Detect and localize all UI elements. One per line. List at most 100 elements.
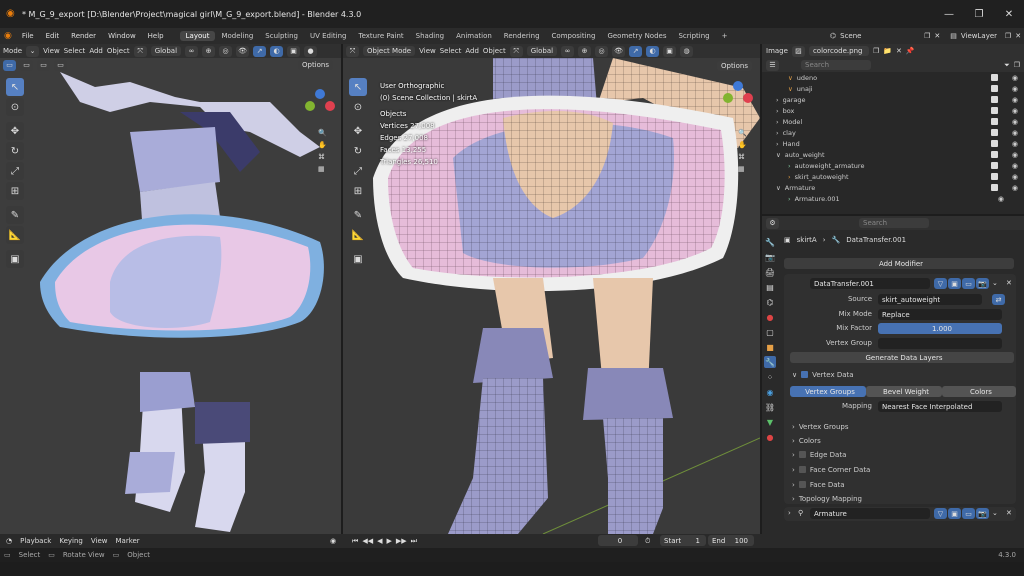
outliner-display-mode-icon[interactable]: ☰ (766, 59, 779, 71)
play-reverse-icon[interactable]: ◀ (377, 537, 382, 546)
current-frame-field[interactable]: 0 (598, 535, 638, 546)
navigation-gizmo[interactable] (290, 84, 340, 134)
menu-file[interactable]: File (16, 32, 40, 40)
pan-hand-icon[interactable]: ✋ (738, 141, 747, 149)
move-tool-icon[interactable]: ✥ (6, 122, 24, 140)
armature-remove-icon[interactable]: ✕ (1006, 509, 1012, 517)
source-field[interactable]: skirt_autoweight (878, 294, 982, 305)
select-menu[interactable]: Select (64, 47, 86, 55)
editmode-icon[interactable]: ▣ (948, 278, 961, 289)
viewlayer-field[interactable]: ViewLayer (961, 32, 1001, 40)
outliner-item-box[interactable]: › box ◉ (762, 105, 1024, 116)
tab-uv-editing[interactable]: UV Editing (304, 31, 353, 41)
menu-render[interactable]: Render (65, 32, 102, 40)
orientation-dropdown[interactable]: Global (150, 46, 182, 56)
snap-icon[interactable]: ⊕ (202, 45, 216, 57)
snap-icon[interactable]: ⊕ (578, 45, 592, 57)
tool-tab-icon[interactable]: 🔧 (764, 236, 776, 248)
prev-key-icon[interactable]: ◀◀ (362, 537, 373, 546)
auto-key-icon[interactable]: ◉ (330, 537, 336, 545)
select-invert-icon[interactable]: ▭ (54, 59, 67, 71)
vertex-group-field[interactable] (878, 338, 1002, 349)
rotate-tool-icon[interactable]: ↻ (349, 142, 367, 160)
tab-compositing[interactable]: Compositing (546, 31, 602, 41)
modifier-dropdown-icon[interactable]: ⌄ (992, 279, 998, 287)
jump-start-icon[interactable]: ⏮ (352, 537, 358, 546)
shading-solid-icon[interactable]: ● (304, 45, 318, 57)
next-key-icon[interactable]: ▶▶ (396, 537, 407, 546)
outliner-item-armature-001[interactable]: › Armature.001 ◉ (762, 193, 1024, 204)
scene-field[interactable]: Scene (840, 32, 920, 40)
overlay-icon[interactable]: ◐ (646, 45, 660, 57)
armature-dropdown-icon[interactable]: ⌄ (992, 509, 998, 517)
select-menu[interactable]: Select (440, 47, 462, 55)
remove-scene-icon[interactable]: ✕ (934, 32, 940, 40)
viewport-main[interactable]: ⤧ Object Mode View Select Add Object ⤧ G… (343, 44, 760, 534)
transform-tool-icon[interactable]: ⊞ (6, 182, 24, 200)
remove-modifier-icon[interactable]: ✕ (1006, 279, 1012, 287)
select-subtract-icon[interactable]: ▭ (37, 59, 50, 71)
proportional-icon[interactable]: ◎ (595, 45, 609, 57)
expand-armature-icon[interactable]: › (788, 509, 791, 517)
outliner-item-autoweight-armature[interactable]: › autoweight_armature ◉ (762, 160, 1024, 171)
scale-tool-icon[interactable]: ⤢ (349, 162, 367, 180)
armature-editmode-icon[interactable]: ▣ (948, 508, 961, 519)
xray-icon[interactable]: ▣ (287, 45, 301, 57)
menu-help[interactable]: Help (142, 32, 170, 40)
tab-geometry-nodes[interactable]: Geometry Nodes (601, 31, 672, 41)
tab-bevel-weight[interactable]: Bevel Weight (866, 386, 942, 397)
add-modifier-button[interactable]: Add Modifier (784, 258, 1014, 269)
options-button[interactable]: Options (297, 60, 333, 70)
properties-editor-type-icon[interactable]: ⚙ (766, 217, 779, 229)
tab-vertex-groups[interactable]: Vertex Groups (790, 386, 866, 397)
menu-window[interactable]: Window (102, 32, 142, 40)
jump-end-icon[interactable]: ⏭ (411, 537, 417, 546)
select-box-icon[interactable]: ▭ (3, 59, 16, 71)
outliner-item-hand[interactable]: › Hand ◉ (762, 138, 1024, 149)
image-editor-label[interactable]: Image (766, 47, 788, 55)
cursor-tool-icon[interactable]: ⊙ (6, 98, 24, 116)
physics-tab-icon[interactable]: ◉ (764, 386, 776, 398)
play-icon[interactable]: ▶ (386, 537, 391, 546)
keying-menu[interactable]: Keying (59, 537, 83, 545)
link-icon[interactable]: ∞ (185, 45, 199, 57)
outliner[interactable]: ☰ Search ⏷ ❐ ∨ udeno ◉ ∨ unaji ◉ › garage ◉ › b… (762, 58, 1024, 214)
camera-icon[interactable]: ⌘ (738, 153, 747, 161)
outliner-item-clay[interactable]: › clay ◉ (762, 127, 1024, 138)
object-mode-dropdown[interactable]: Object Mode (363, 46, 416, 56)
new-collection-icon[interactable]: ❐ (1014, 61, 1020, 69)
object-menu[interactable]: Object (107, 47, 130, 55)
mix-mode-dropdown[interactable]: Replace (878, 309, 1002, 320)
tab-texture-paint[interactable]: Texture Paint (353, 31, 410, 41)
outliner-item-unaji[interactable]: ∨ unaji ◉ (762, 83, 1024, 94)
properties-search[interactable]: Search (859, 218, 929, 228)
armature-realtime-icon[interactable]: ▭ (962, 508, 975, 519)
particles-tab-icon[interactable]: ⁘ (764, 371, 776, 383)
collection-tab-icon[interactable]: ▢ (764, 326, 776, 338)
subpanel-edge-data[interactable]: › Edge Data (792, 448, 846, 461)
start-frame-field[interactable]: Start 1 (660, 535, 706, 546)
annotate-tool-icon[interactable]: ✎ (6, 206, 24, 224)
armature-modifier-name[interactable]: Armature (810, 508, 930, 519)
view-menu[interactable]: View (43, 47, 60, 55)
proportional-icon[interactable]: ◎ (219, 45, 233, 57)
select-tool-icon[interactable]: ↖ (6, 78, 24, 96)
filter-icon[interactable]: ⏷ (1004, 61, 1010, 70)
orientation-dropdown[interactable]: Global (526, 46, 558, 56)
transform-tool-icon[interactable]: ⊞ (349, 182, 367, 200)
mode-dropdown[interactable]: Mode (3, 47, 22, 55)
rotate-tool-icon[interactable]: ↻ (6, 142, 24, 160)
constraints-tab-icon[interactable]: ⛓ (764, 401, 776, 413)
cursor-tool-icon[interactable]: ⊙ (349, 98, 367, 116)
transform-pivot-icon[interactable]: ⤧ (133, 45, 147, 57)
add-cube-tool-icon[interactable]: ▣ (6, 250, 24, 268)
xray-icon[interactable]: ▣ (663, 45, 677, 57)
data-tab-icon[interactable]: ▼ (764, 416, 776, 428)
remove-viewlayer-icon[interactable]: ✕ (1015, 32, 1021, 40)
viewport-left[interactable]: Mode ⌄ View Select Add Object ⤧ Global ∞… (0, 44, 341, 534)
add-menu[interactable]: Add (89, 47, 103, 55)
close-window-button[interactable]: ✕ (994, 0, 1024, 28)
armature-edit-icon[interactable]: ▽ (934, 508, 947, 519)
move-tool-icon[interactable]: ✥ (349, 122, 367, 140)
tab-colors[interactable]: Colors (942, 386, 1016, 397)
